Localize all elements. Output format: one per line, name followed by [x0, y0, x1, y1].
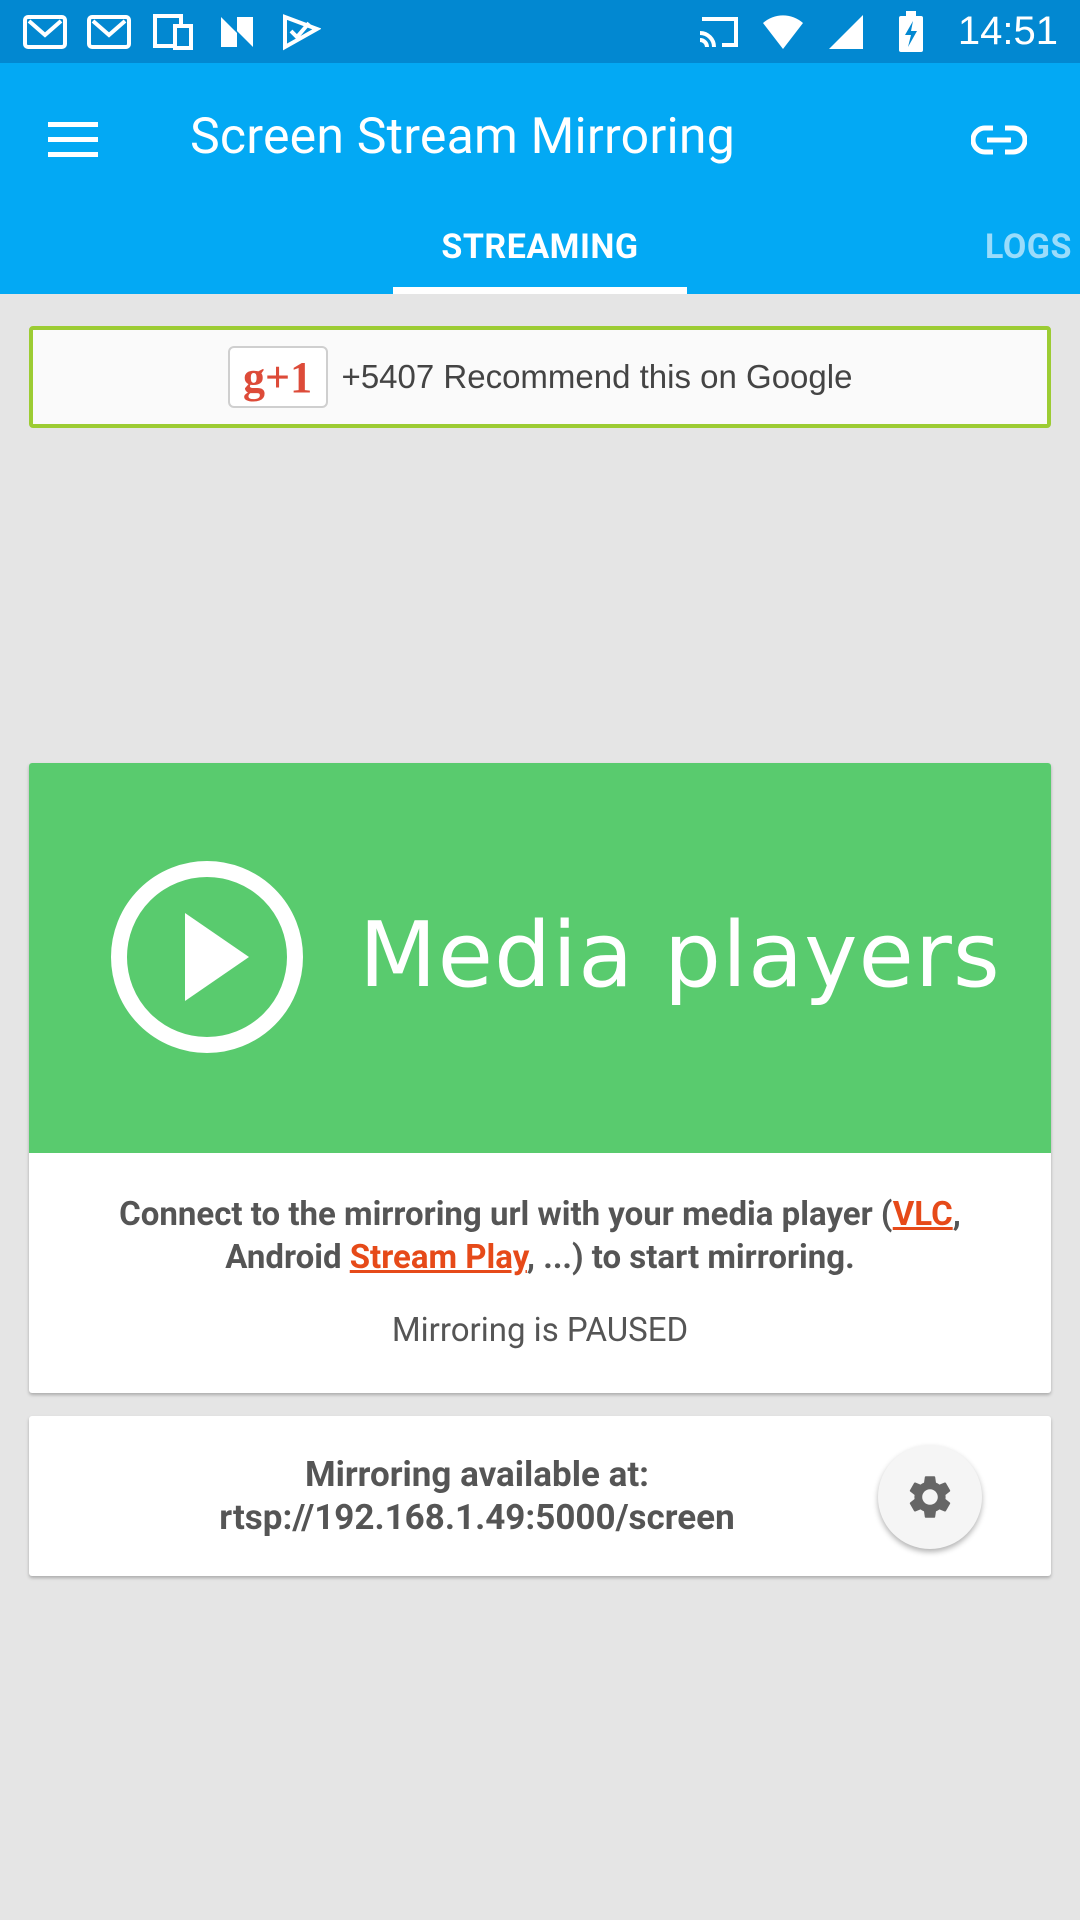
- gmail-icon: [86, 11, 132, 53]
- signal-icon: [824, 11, 870, 53]
- app-bar: Screen Stream Mirroring STREAMING LOGS: [0, 63, 1080, 294]
- play-circle-icon: [111, 861, 303, 1053]
- battery-charging-icon: [888, 10, 934, 53]
- status-time: 14:51: [957, 9, 1058, 53]
- instructions-text-prefix: Connect to the mirroring url with your m…: [119, 1195, 893, 1234]
- vlc-link[interactable]: VLC: [893, 1195, 953, 1234]
- media-players-title: Media players: [359, 903, 1001, 1008]
- check-flag-icon: [278, 11, 324, 53]
- media-instructions: Connect to the mirroring url with your m…: [59, 1193, 1021, 1279]
- link-button[interactable]: [968, 113, 1030, 167]
- cast-icon: [696, 11, 742, 53]
- instructions-text-suffix: , ...) to start mirroring.: [526, 1238, 855, 1277]
- google-plus-one-banner[interactable]: g+1 +5407 Recommend this on Google: [29, 326, 1051, 428]
- status-bar: 14:51: [0, 0, 1080, 63]
- settings-button[interactable]: [878, 1445, 982, 1549]
- gmail-icon: [22, 11, 68, 53]
- menu-button[interactable]: [46, 113, 100, 167]
- gear-icon: [909, 1476, 951, 1518]
- wifi-icon: [760, 11, 806, 53]
- mirroring-status: Mirroring is PAUSED: [391, 1311, 689, 1350]
- google-plus-one-icon: g+1: [227, 346, 328, 408]
- devices-icon: [150, 11, 196, 53]
- mirroring-url-text: Mirroring available at: rtsp://192.168.1…: [69, 1453, 885, 1539]
- recommend-text: +5407 Recommend this on Google: [341, 358, 853, 395]
- mirroring-available-label: Mirroring available at:: [304, 1454, 650, 1495]
- mirroring-url[interactable]: rtsp://192.168.1.49:5000/screen: [69, 1496, 885, 1539]
- n-app-icon: [214, 11, 260, 53]
- system-icons: 14:51: [696, 9, 1058, 54]
- hamburger-menu-icon: [48, 122, 98, 157]
- tab-logs[interactable]: LOGS: [985, 199, 1080, 294]
- tab-streaming[interactable]: STREAMING: [393, 199, 687, 294]
- media-players-header: Media players: [29, 763, 1051, 1153]
- mirroring-url-card: Mirroring available at: rtsp://192.168.1…: [29, 1416, 1051, 1576]
- stream-play-link[interactable]: Stream Play: [350, 1238, 527, 1277]
- link-icon: [971, 125, 1027, 155]
- tab-bar: STREAMING LOGS: [0, 199, 1080, 294]
- app-title: Screen Stream Mirroring: [190, 108, 735, 166]
- media-players-card: Media players Connect to the mirroring u…: [29, 763, 1051, 1393]
- notification-icons: [22, 11, 324, 53]
